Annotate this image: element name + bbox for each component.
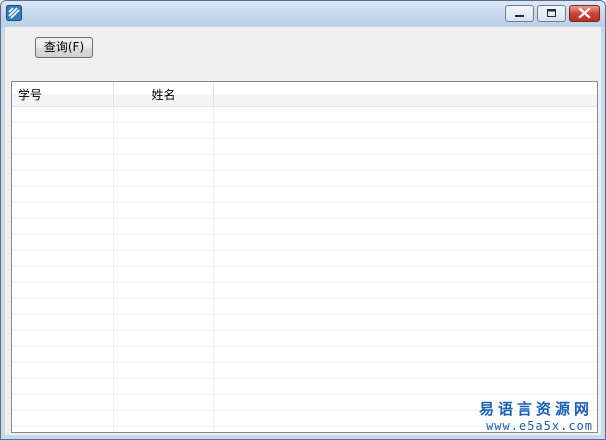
list-row[interactable] [12,235,597,251]
column-header-name[interactable]: 姓名 [114,82,214,106]
list-row[interactable] [12,251,597,267]
list-row[interactable] [12,187,597,203]
list-row[interactable] [12,379,597,395]
minimize-button[interactable] [505,5,534,22]
list-row[interactable] [12,203,597,219]
close-icon [578,7,591,19]
client-area: 查询(F) 学号 姓名 易语言资源网 www.e5a5x.com [5,27,601,435]
app-icon [6,5,22,21]
list-body[interactable] [12,107,597,432]
list-row[interactable] [12,347,597,363]
maximize-icon [547,9,556,17]
watermark-url: www.e5a5x.com [486,419,593,433]
list-row[interactable] [12,139,597,155]
list-row[interactable] [12,123,597,139]
list-row[interactable] [12,363,597,379]
list-row[interactable] [12,219,597,235]
column-header-student-id[interactable]: 学号 [12,82,114,106]
query-button[interactable]: 查询(F) [35,37,93,58]
close-button[interactable] [569,5,600,22]
list-header: 学号 姓名 [12,82,597,107]
title-bar[interactable] [1,1,605,27]
list-row[interactable] [12,331,597,347]
column-divider [113,107,114,432]
list-row[interactable] [12,299,597,315]
list-row[interactable] [12,171,597,187]
student-list[interactable]: 学号 姓名 [11,81,598,433]
watermark: 易语言资源网 www.e5a5x.com [479,398,593,433]
list-row[interactable] [12,267,597,283]
column-header-filler [214,82,597,106]
column-divider [213,107,214,432]
minimize-icon [515,15,524,17]
watermark-name: 易语言资源网 [478,400,593,418]
list-row[interactable] [12,283,597,299]
list-row[interactable] [12,155,597,171]
maximize-button[interactable] [537,5,566,22]
list-row[interactable] [12,107,597,123]
list-row[interactable] [12,315,597,331]
main-window: 查询(F) 学号 姓名 易语言资源网 www.e5a5x.com [0,0,606,440]
